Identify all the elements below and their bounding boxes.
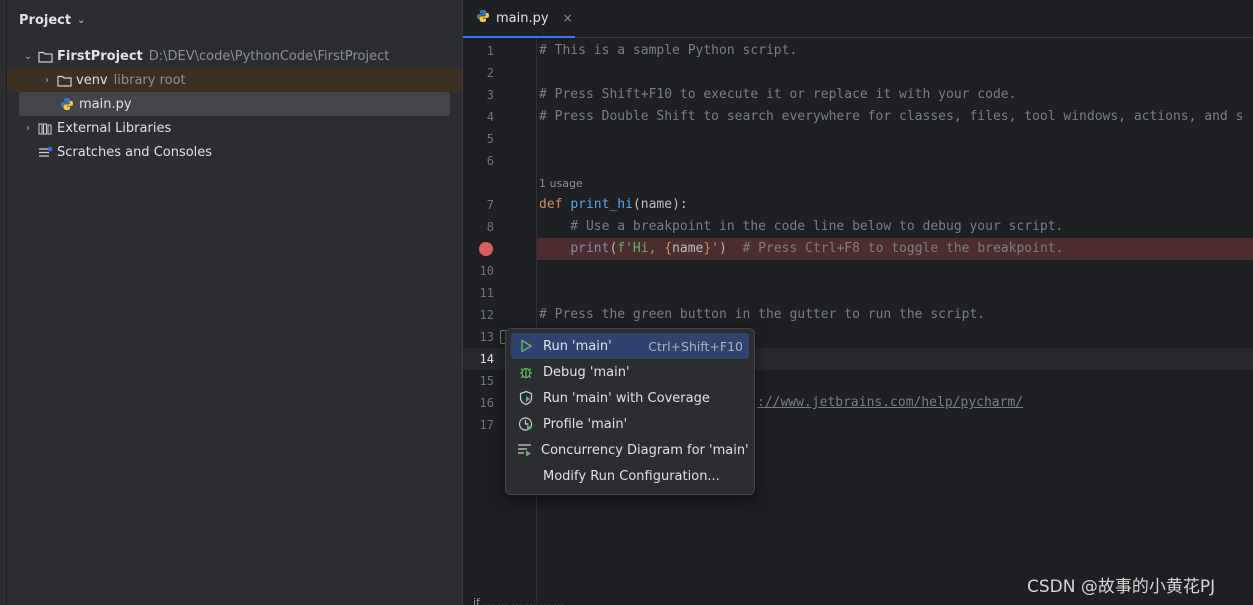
profile-icon xyxy=(517,416,535,432)
tree-item-label: External Libraries xyxy=(57,120,172,136)
code-line-12[interactable]: # Press the green button in the gutter t… xyxy=(539,307,985,322)
menu-item-run-main[interactable]: Run 'main' Ctrl+Shift+F10 xyxy=(511,333,749,359)
tree-item-label: FirstProject xyxy=(57,48,143,64)
string-literal: f'Hi, xyxy=(617,241,665,256)
code-line-9[interactable]: print(f'Hi, {name}') # Press Ctrl+F8 to … xyxy=(539,241,1063,256)
function-name: print_hi xyxy=(570,197,633,212)
folder-icon xyxy=(56,72,72,88)
project-view-selector[interactable]: Project ⌄ xyxy=(19,10,85,30)
menu-item-label: Run 'main' with Coverage xyxy=(543,390,710,406)
line-number[interactable]: 2 xyxy=(463,66,494,80)
tree-item-main-py[interactable]: main.py xyxy=(19,92,450,116)
tab-main-py[interactable]: main.py × xyxy=(463,0,575,38)
project-title: Project xyxy=(19,12,72,28)
line-number[interactable]: 10 xyxy=(463,264,494,278)
code-line-16[interactable]: ://www.jetbrains.com/help/pycharm/ xyxy=(757,395,1023,410)
keyword: def xyxy=(539,197,571,212)
chevron-right-icon[interactable]: › xyxy=(40,75,54,86)
editor[interactable]: main.py × 1 2 3 4 5 6 7 8 10 11 12 13 14… xyxy=(462,0,1253,605)
line-number[interactable]: 1 xyxy=(463,44,494,58)
menu-item-profile-main[interactable]: Profile 'main' xyxy=(511,411,749,437)
status-fragment: if ... ... ... ... ... ... xyxy=(473,596,564,605)
run-context-menu: Run 'main' Ctrl+Shift+F10 Debug 'main' R… xyxy=(505,328,755,495)
line-number[interactable]: 3 xyxy=(463,88,494,102)
tree-item-label: venv xyxy=(76,72,108,88)
line-number[interactable]: 13 xyxy=(463,330,494,344)
menu-item-debug-main[interactable]: Debug 'main' xyxy=(511,359,749,385)
tree-item-scratches[interactable]: Scratches and Consoles xyxy=(7,140,462,164)
builtin-name: print xyxy=(570,241,610,256)
line-number[interactable]: 12 xyxy=(463,308,494,322)
menu-item-run-coverage[interactable]: Run 'main' with Coverage xyxy=(511,385,749,411)
tree-item-path: D:\DEV\code\PythonCode\FirstProject xyxy=(148,48,390,64)
gutter-divider xyxy=(536,38,537,605)
line-number[interactable]: 14 xyxy=(463,352,494,366)
run-icon xyxy=(517,338,535,354)
menu-item-concurrency-diagram[interactable]: Concurrency Diagram for 'main' xyxy=(511,437,749,463)
help-link[interactable]: ://www.jetbrains.com/help/pycharm/ xyxy=(757,395,1023,410)
left-tool-rail xyxy=(0,0,7,605)
menu-item-shortcut: Ctrl+Shift+F10 xyxy=(648,338,743,354)
concurrency-icon xyxy=(517,442,533,458)
library-icon xyxy=(37,120,53,136)
chevron-right-icon[interactable]: › xyxy=(21,123,35,134)
tree-item-hint: library root xyxy=(113,72,186,88)
line-number[interactable]: 17 xyxy=(463,418,494,432)
line-number[interactable]: 4 xyxy=(463,110,494,124)
watermark: CSDN @故事的小黄花PJ xyxy=(1027,577,1216,597)
code-text: name xyxy=(672,241,704,256)
line-number[interactable]: 15 xyxy=(463,374,494,388)
scratches-icon xyxy=(37,144,53,160)
code-line-3[interactable]: # Press Shift+F10 to execute it or repla… xyxy=(539,87,1016,102)
line-number[interactable]: 16 xyxy=(463,396,494,410)
tree-item-firstproject[interactable]: ⌄ FirstProject D:\DEV\code\PythonCode\Fi… xyxy=(7,44,462,68)
usage-hint[interactable]: 1 usage xyxy=(539,177,583,190)
code-line-1[interactable]: # This is a sample Python script. xyxy=(539,43,797,58)
tree-item-label: Scratches and Consoles xyxy=(57,144,213,160)
code-line-8[interactable]: # Use a breakpoint in the code line belo… xyxy=(539,219,1063,234)
menu-item-label: Run 'main' xyxy=(543,338,612,354)
menu-item-label: Debug 'main' xyxy=(543,364,630,380)
folder-icon xyxy=(37,48,53,64)
menu-item-label: Profile 'main' xyxy=(543,416,628,432)
line-number[interactable]: 11 xyxy=(463,286,494,300)
tree-item-external-libraries[interactable]: › External Libraries xyxy=(7,116,462,140)
line-number[interactable]: 8 xyxy=(463,220,494,234)
chevron-down-icon: ⌄ xyxy=(77,14,86,26)
chevron-down-icon[interactable]: ⌄ xyxy=(21,51,35,62)
tree-item-label: main.py xyxy=(79,96,132,112)
code-text: (name): xyxy=(632,197,688,212)
tab-label: main.py xyxy=(496,10,549,26)
fstring-brace: { xyxy=(664,241,673,256)
menu-item-label: Modify Run Configuration... xyxy=(543,468,720,484)
blank-icon-slot xyxy=(517,468,535,484)
editor-tab-bar: main.py × xyxy=(463,0,1253,38)
line-number[interactable]: 7 xyxy=(463,198,494,212)
close-icon[interactable]: × xyxy=(563,11,573,25)
string-literal: ' xyxy=(711,241,720,256)
code-text: ) xyxy=(719,241,727,256)
menu-item-modify-run-config[interactable]: Modify Run Configuration... xyxy=(511,463,749,489)
project-panel: Project ⌄ ⌄ FirstProject D:\DEV\code\Pyt… xyxy=(7,0,462,605)
code-comment: # Press Ctrl+F8 to toggle the breakpoint… xyxy=(726,241,1064,256)
python-file-icon xyxy=(59,96,75,112)
tree-item-venv[interactable]: › venv library root xyxy=(7,68,462,92)
code-line-4[interactable]: # Press Double Shift to search everywher… xyxy=(539,109,1243,124)
line-number[interactable]: 5 xyxy=(463,132,494,146)
python-file-icon xyxy=(476,9,490,27)
breakpoint-icon[interactable] xyxy=(479,242,493,256)
coverage-icon xyxy=(517,390,535,406)
line-number[interactable]: 6 xyxy=(463,154,494,168)
code-line-7[interactable]: def print_hi(name): xyxy=(539,197,688,212)
menu-item-label: Concurrency Diagram for 'main' xyxy=(541,442,749,458)
debug-icon xyxy=(517,364,535,380)
